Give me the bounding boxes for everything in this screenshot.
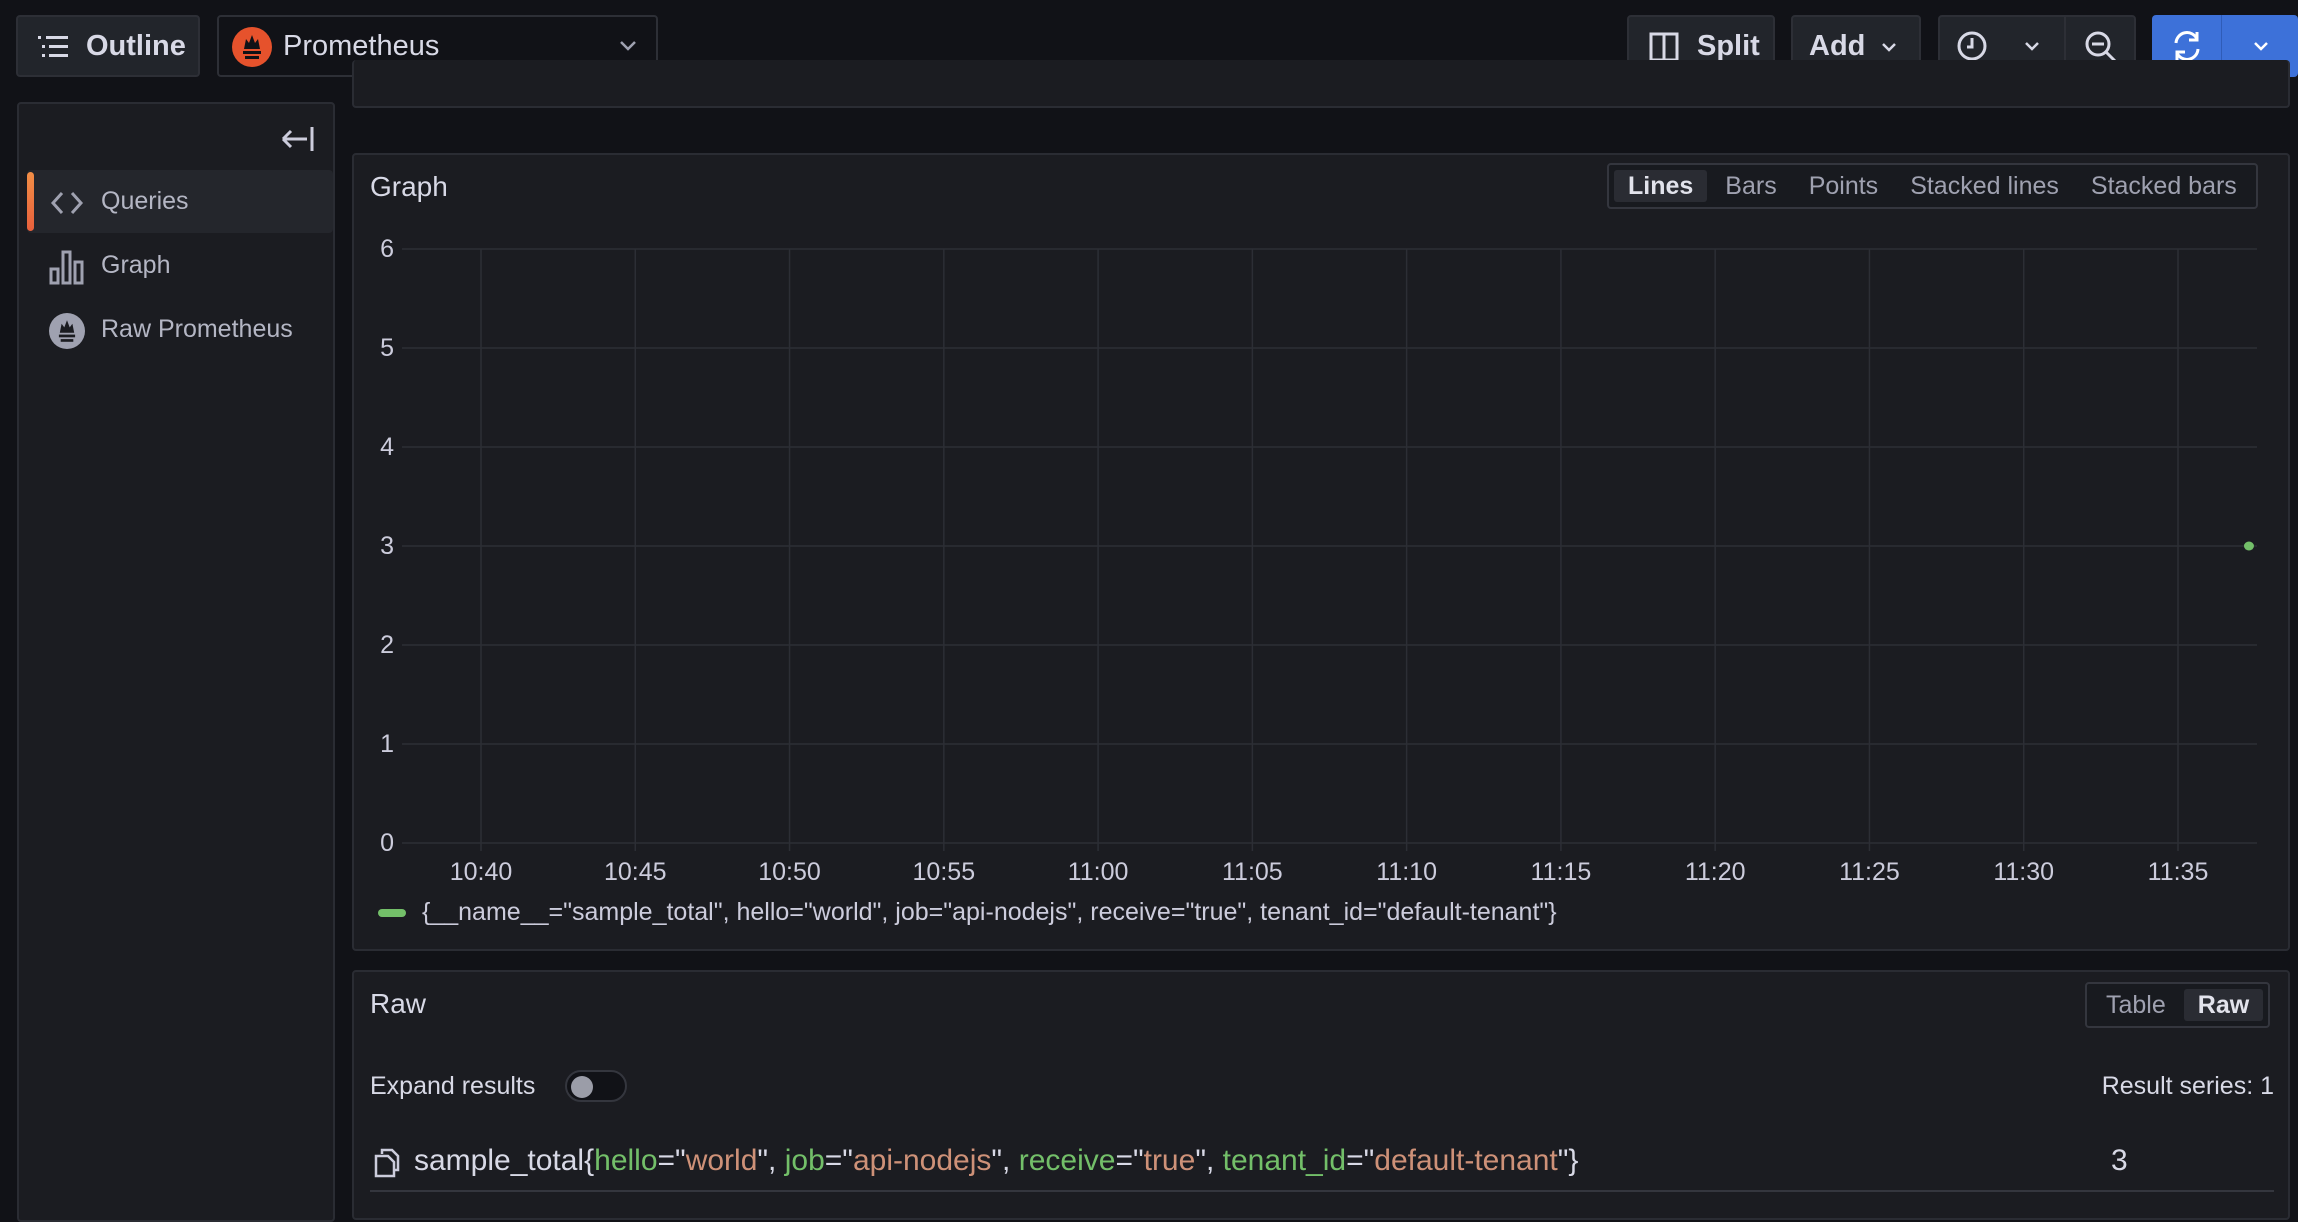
x-tick-label: 11:35 xyxy=(2147,858,2209,886)
result-value: 3 xyxy=(2111,1144,2128,1177)
x-tick-label: 10:40 xyxy=(449,858,513,886)
label-key: tenant_id xyxy=(1222,1144,1347,1177)
copy-icon[interactable] xyxy=(374,1148,400,1178)
legend-label: {__name__="sample_total", hello="world",… xyxy=(422,898,1557,926)
data-point[interactable] xyxy=(2243,541,2254,551)
x-tick-label: 10:50 xyxy=(758,858,821,886)
y-tick-label: 5 xyxy=(380,334,394,362)
raw-panel: Raw Table Raw Expand results Result seri… xyxy=(352,970,2290,1220)
tab-table[interactable]: Table xyxy=(2092,989,2180,1021)
expand-results-label: Expand results xyxy=(370,1072,536,1100)
raw-panel-title: Raw xyxy=(370,988,427,1019)
label-value: default-tenant xyxy=(1374,1144,1558,1177)
x-tick-label: 11:30 xyxy=(1993,858,2055,886)
label-value: world xyxy=(685,1144,758,1177)
legend-swatch xyxy=(378,908,406,917)
toggle-knob xyxy=(571,1076,593,1098)
x-tick-label: 11:05 xyxy=(1222,858,1283,886)
label-value: true xyxy=(1143,1144,1196,1177)
x-tick-label: 11:15 xyxy=(1530,858,1592,886)
x-tick-label: 10:45 xyxy=(603,858,667,886)
expand-results-toggle[interactable] xyxy=(565,1070,627,1102)
result-series-label: sample_total{hello="world", job="api-nod… xyxy=(414,1144,1579,1177)
y-tick-label: 3 xyxy=(380,532,394,560)
x-tick-label: 11:25 xyxy=(1839,858,1900,886)
label-key: job xyxy=(784,1144,825,1177)
chart-legend[interactable]: {__name__="sample_total", hello="world",… xyxy=(378,898,1557,927)
metric-name: sample_total xyxy=(414,1144,585,1177)
x-tick-label: 11:00 xyxy=(1067,858,1129,886)
y-tick-label: 1 xyxy=(380,730,394,758)
label-key: hello xyxy=(594,1144,658,1177)
x-tick-label: 11:20 xyxy=(1684,858,1746,886)
y-tick-label: 0 xyxy=(380,829,394,857)
y-tick-label: 2 xyxy=(380,631,394,659)
y-tick-label: 4 xyxy=(380,433,394,461)
tab-raw[interactable]: Raw xyxy=(2183,989,2264,1021)
y-tick-label: 6 xyxy=(380,235,394,263)
result-series-count: Result series: 1 xyxy=(2101,1072,2274,1100)
label-key: receive xyxy=(1018,1144,1116,1177)
label-value: api-nodejs xyxy=(852,1144,992,1177)
x-tick-label: 10:55 xyxy=(912,858,976,886)
raw-view-tabs: Table Raw xyxy=(2085,982,2271,1028)
x-tick-label: 11:10 xyxy=(1376,858,1437,886)
result-divider xyxy=(370,1190,2274,1192)
